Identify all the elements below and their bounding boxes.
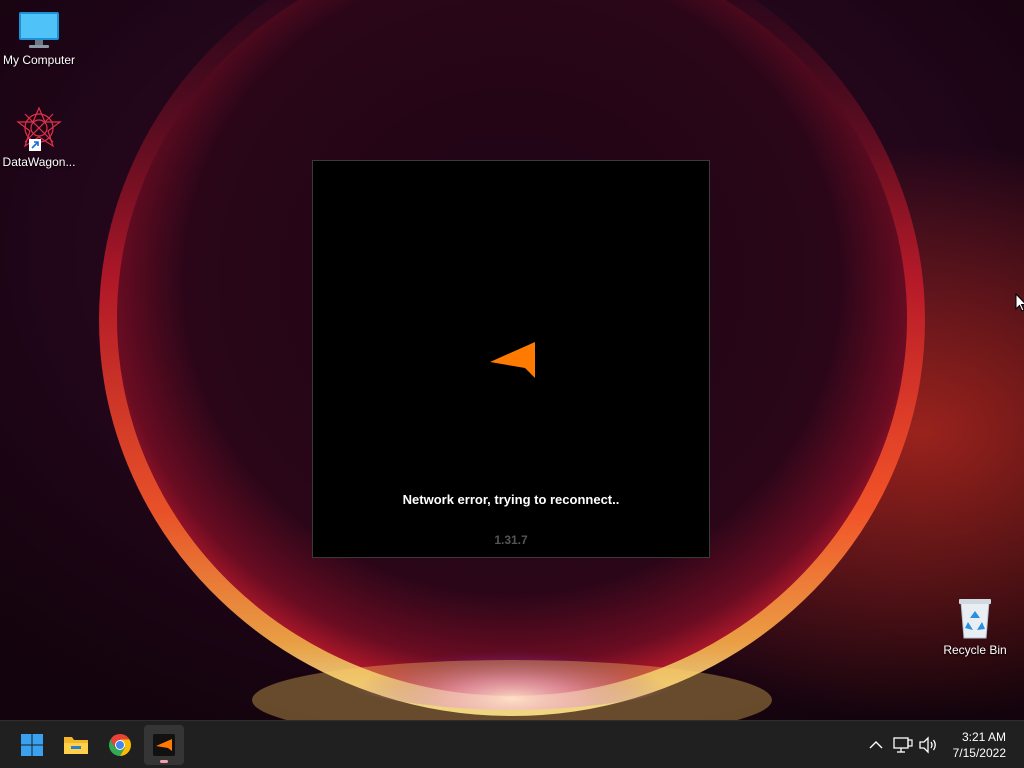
launcher-window[interactable]: Network error, trying to reconnect.. 1.3…	[312, 160, 710, 558]
desktop-icon-label: DataWagon...	[2, 155, 76, 169]
folder-icon	[64, 737, 88, 754]
desktop-icon-my-computer[interactable]: My Computer	[0, 10, 78, 67]
datawagon-shortcut-icon	[16, 106, 62, 151]
launcher-version-text: 1.31.7	[494, 533, 528, 547]
clock-time: 3:21 AM	[961, 730, 1006, 744]
start-button[interactable]	[12, 725, 52, 765]
monitor-icon	[19, 12, 59, 48]
launcher-taskbar-button[interactable]	[144, 725, 184, 765]
active-app-indicator	[160, 760, 168, 763]
show-hidden-icons-button[interactable]	[866, 735, 886, 755]
taskbar: 3:21 AM 7/15/2022	[0, 720, 1024, 768]
chrome-button[interactable]	[100, 725, 140, 765]
network-icon	[893, 737, 913, 753]
mouse-cursor-icon	[1015, 293, 1024, 312]
windows-start-icon	[21, 734, 43, 756]
launcher-status-text: Network error, trying to reconnect..	[402, 492, 620, 507]
desktop: My Computer DataWagon... Recycle Bin Net…	[0, 0, 1024, 720]
file-explorer-button[interactable]	[56, 725, 96, 765]
clock-date: 7/15/2022	[952, 746, 1006, 760]
launcher-logo-icon	[490, 342, 535, 378]
taskbar-clock[interactable]: 3:21 AM 7/15/2022	[953, 729, 1006, 761]
recycle-bin-icon	[959, 599, 991, 639]
volume-icon	[919, 736, 936, 754]
network-status-button[interactable]	[893, 735, 913, 755]
chrome-icon	[109, 734, 131, 756]
desktop-icon-recycle-bin[interactable]: Recycle Bin	[936, 596, 1014, 657]
desktop-icon-label: My Computer	[2, 53, 76, 67]
volume-button[interactable]	[918, 735, 938, 755]
launcher-app-icon	[153, 734, 175, 756]
chevron-up-icon	[869, 741, 883, 749]
desktop-icon-label: Recycle Bin	[943, 643, 1007, 657]
desktop-icon-datawagon[interactable]: DataWagon...	[0, 106, 78, 169]
